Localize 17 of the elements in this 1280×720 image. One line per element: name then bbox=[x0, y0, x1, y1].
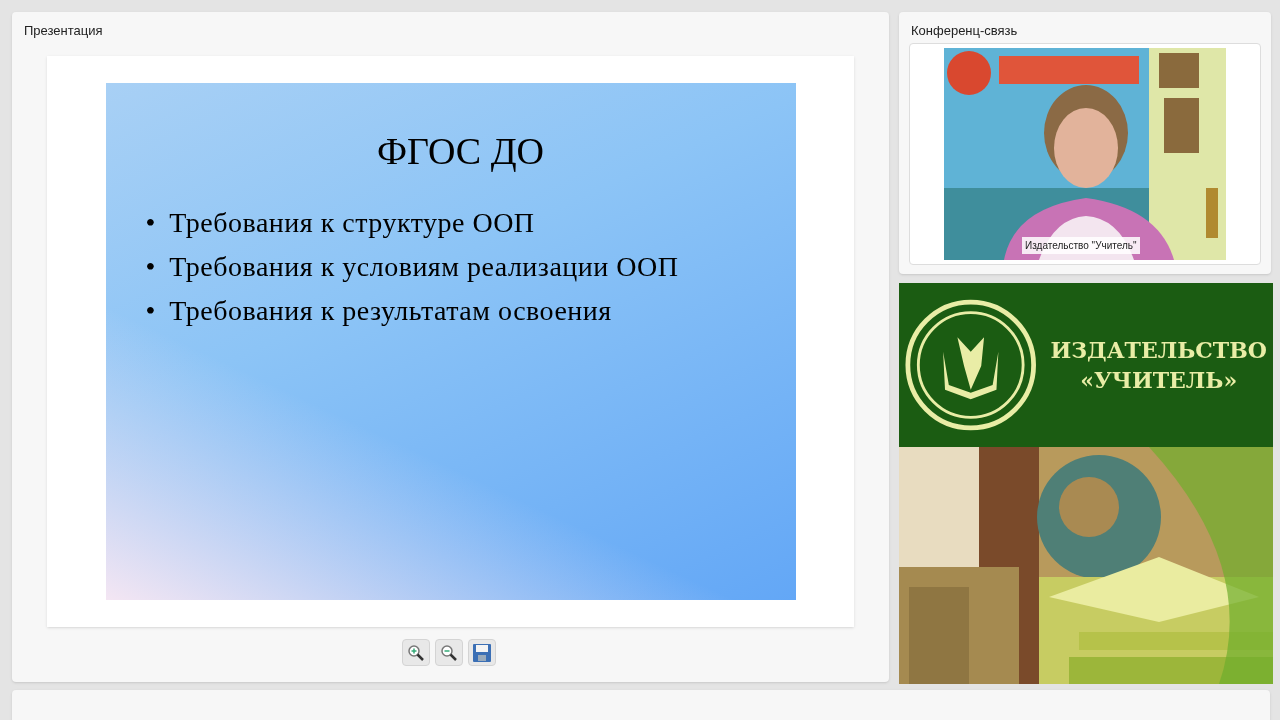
bullet-text: Требования к структуре ООП bbox=[169, 206, 535, 240]
banner-text: «УЧИТЕЛЬ» bbox=[1080, 366, 1238, 395]
zoom-in-icon bbox=[406, 643, 425, 662]
bullet-text: Требования к результатам освоения bbox=[169, 294, 612, 328]
save-button[interactable] bbox=[467, 639, 496, 666]
zoom-out-icon bbox=[439, 643, 458, 662]
panel-title: Презентация bbox=[23, 22, 104, 40]
banner-text: ИЗДАТЕЛЬСТВО bbox=[1050, 336, 1267, 365]
slide-heading: ФГОС ДО bbox=[376, 129, 545, 174]
bullet-marker: • bbox=[145, 206, 156, 240]
video-caption: Издательство "Учитель" bbox=[1022, 237, 1140, 254]
bullet-marker: • bbox=[145, 294, 156, 328]
zoom-out-button[interactable] bbox=[434, 639, 463, 666]
zoom-in-button[interactable] bbox=[401, 639, 430, 666]
panel-title: Конференц-связь bbox=[910, 22, 1019, 40]
bullet-text: Требования к условиям реализации ООП bbox=[169, 250, 679, 284]
bullet-marker: • bbox=[145, 250, 156, 284]
